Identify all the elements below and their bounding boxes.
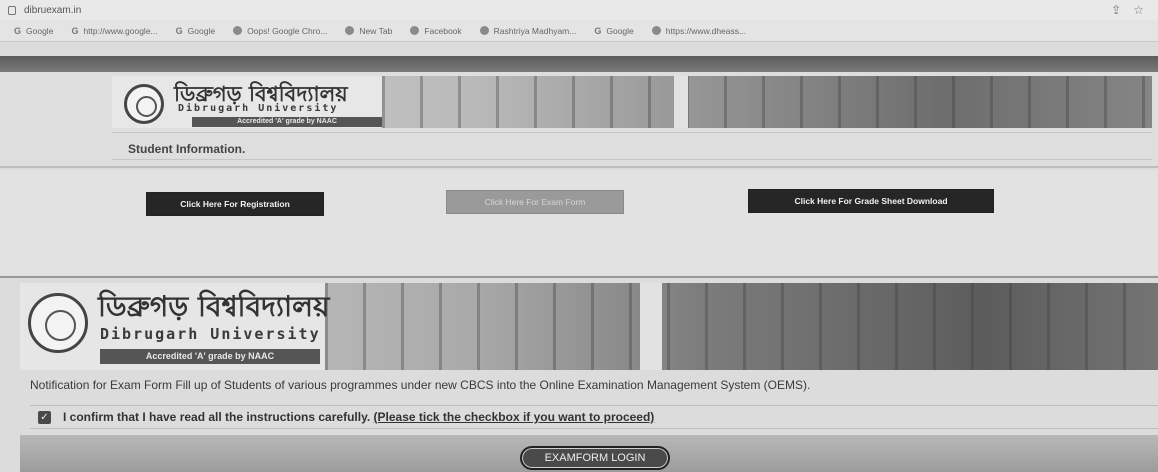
university-banner-large: ডিব্রুগড় বিশ্ববিদ্যালয় Dibrugarh Unive… — [20, 283, 1158, 370]
bookmark-item[interactable]: https://www.dheass... — [651, 26, 746, 36]
confirm-checkbox[interactable]: ✓ — [38, 410, 51, 424]
lock-icon — [8, 5, 16, 15]
university-name: Dibrugarh University — [100, 325, 321, 343]
exam-form-button[interactable]: Click Here For Exam Form — [446, 190, 624, 214]
student-info-panel: ডিব্রুগড় বিশ্ববিদ্যালয় Dibrugarh Unive… — [0, 72, 1158, 168]
examform-login-button[interactable]: EXAMFORM LOGIN — [520, 446, 670, 470]
address-bar[interactable]: dibruexam.in ⇪ ☆ — [0, 0, 1158, 20]
facebook-icon — [410, 26, 420, 35]
chrome-icon — [651, 26, 661, 35]
bookmark-item[interactable]: New Tab — [345, 26, 392, 36]
confirm-instruction-link[interactable]: (Please tick the checkbox if you want to… — [374, 410, 655, 424]
bookmark-item[interactable]: Oops! Google Chro... — [233, 26, 327, 36]
naac-badge: Accredited 'A' grade by NAAC — [100, 349, 320, 364]
login-bar: EXAMFORM LOGIN — [20, 435, 1158, 472]
chrome-icon — [233, 26, 243, 35]
site-icon — [479, 26, 489, 35]
exam-notification: Notification for Exam Form Fill up of St… — [30, 378, 811, 392]
bookmark-item[interactable]: Rashtriya Madhyam... — [479, 26, 576, 36]
confirm-text: I confirm that I have read all the instr… — [63, 410, 371, 424]
google-icon: G — [14, 25, 22, 36]
section-title: Student Information. — [112, 132, 1152, 160]
share-icon[interactable]: ⇪ — [1111, 3, 1121, 17]
star-icon[interactable]: ☆ — [1133, 3, 1144, 17]
top-divider — [0, 56, 1158, 72]
bookmark-item[interactable]: G Google — [594, 26, 633, 36]
university-name: Dibrugarh University — [178, 103, 339, 114]
bookmark-item[interactable]: Ghttp://www.google... — [71, 26, 157, 36]
bookmark-item[interactable]: Facebook — [410, 26, 462, 36]
section-divider — [0, 276, 1158, 278]
grade-sheet-button[interactable]: Click Here For Grade Sheet Download — [748, 189, 994, 213]
university-banner: ডিব্রুগড় বিশ্ববিদ্যালয় Dibrugarh Unive… — [112, 76, 1152, 128]
action-buttons: Click Here For Registration Click Here F… — [0, 170, 1158, 275]
naac-badge: Accredited 'A' grade by NAAC — [192, 117, 382, 127]
google-icon: G — [71, 25, 79, 36]
chrome-icon — [345, 26, 355, 35]
banner-photo — [382, 76, 1152, 128]
university-logo — [28, 293, 88, 353]
bookmark-item[interactable]: G Google — [176, 26, 215, 36]
bookmarks-bar: G Google Ghttp://www.google... G Google Oo… — [0, 20, 1158, 42]
bookmark-item[interactable]: G Google — [14, 26, 53, 36]
registration-button[interactable]: Click Here For Registration — [146, 192, 324, 216]
google-icon: G — [594, 25, 602, 36]
url-text[interactable]: dibruexam.in — [24, 5, 81, 16]
university-logo — [124, 84, 164, 124]
confirm-row: ✓ I confirm that I have read all the ins… — [30, 405, 1158, 429]
google-icon: G — [175, 25, 183, 36]
banner-photo — [325, 283, 1158, 370]
